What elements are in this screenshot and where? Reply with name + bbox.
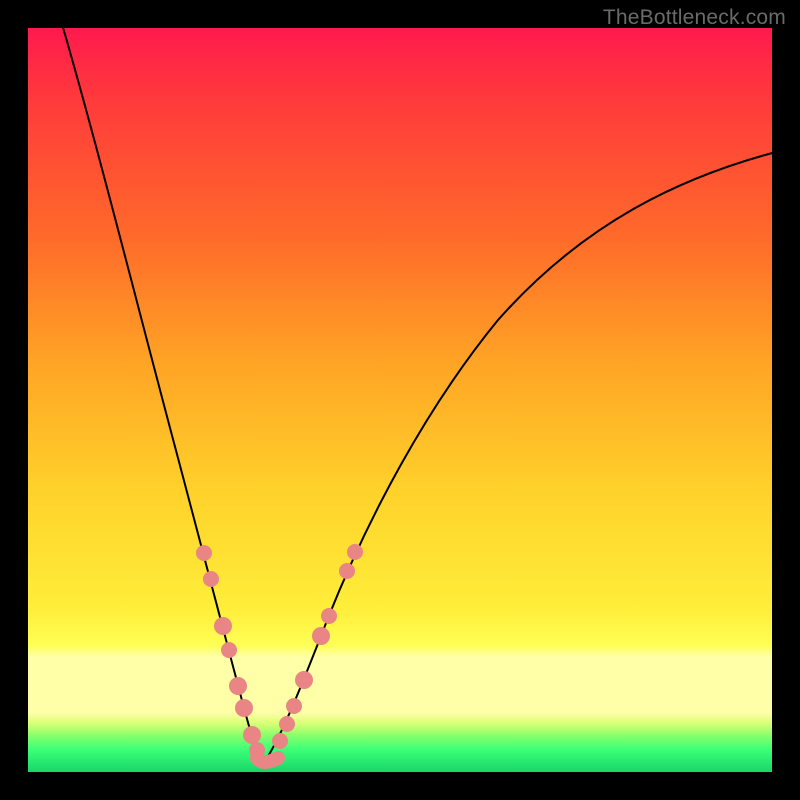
bead-dot: [229, 677, 247, 695]
bead-dot: [221, 642, 237, 658]
bead-dot: [203, 571, 219, 587]
bead-valley-floor: [257, 758, 278, 762]
bead-dot: [214, 617, 232, 635]
bead-dot: [235, 699, 253, 717]
bead-dot: [196, 545, 212, 561]
bead-dot: [347, 544, 363, 560]
watermark-text: TheBottleneck.com: [603, 6, 786, 30]
bead-dot: [339, 563, 355, 579]
curve-right-branch: [263, 152, 776, 764]
outer-black-frame: TheBottleneck.com: [0, 0, 800, 800]
bead-dot: [321, 608, 337, 624]
plot-area: [28, 28, 772, 772]
bead-dot: [286, 698, 302, 714]
bead-dot: [279, 716, 295, 732]
bead-dot: [295, 671, 313, 689]
bead-dot: [272, 733, 288, 749]
curve-layer: [28, 28, 772, 772]
bead-dot: [243, 726, 261, 744]
bead-dot: [312, 627, 330, 645]
